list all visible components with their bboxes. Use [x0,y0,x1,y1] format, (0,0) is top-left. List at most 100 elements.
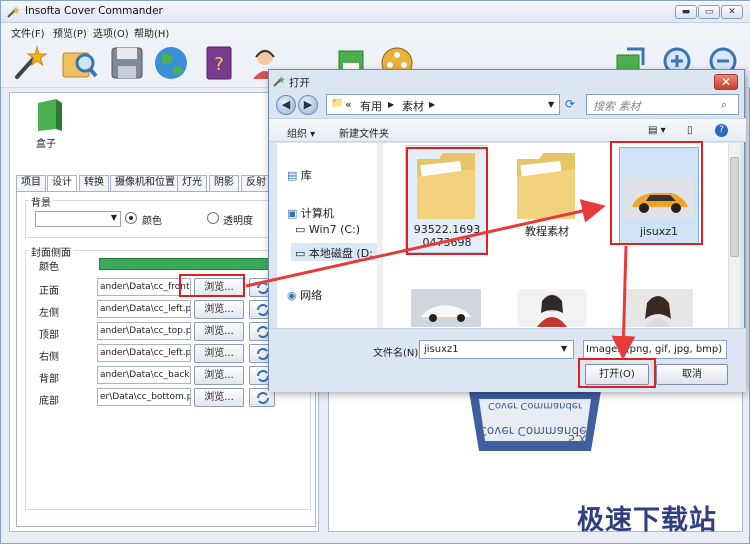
car-thumbnail[interactable] [411,289,481,327]
refresh-icon[interactable]: ⟳ [565,97,575,111]
nav-computer[interactable]: ▣ 计算机 [287,205,334,221]
maximize-button[interactable]: ▭ [698,5,720,19]
radio-color[interactable] [125,212,137,224]
bottom-path-field[interactable]: er\Data\cc_bottom.png [97,388,191,406]
box-preview: Cover Commander Cover Commander 5.X [469,391,601,451]
portrait-thumbnail[interactable] [517,289,587,327]
top-path-field[interactable]: ander\Data\cc_top.png [97,322,191,340]
dialog-title: 打开 [289,77,310,89]
background-group-label: 背景 [29,194,53,209]
color-label: 颜色 [39,262,59,273]
menu-file[interactable]: 文件(F) [11,25,45,40]
open-folder-icon[interactable] [59,43,99,83]
filename-input[interactable]: jisuxz1 ▼ [419,340,574,359]
view-icon[interactable]: ▤ ▾ [648,125,666,136]
right-path-field[interactable]: ander\Data\cc_left.png [97,344,191,362]
address-box[interactable]: 📁 « 有用 ▶ 素材 ▶ ▼ [326,94,560,115]
refresh-icon [257,392,269,404]
new-folder-button[interactable]: 新建文件夹 [339,125,389,140]
tab-design[interactable]: 设计 [47,175,77,192]
breadcrumb-useful[interactable]: 有用 [360,98,382,114]
address-overflow[interactable]: « [345,98,352,111]
menu-preview[interactable]: 预览(P) [53,25,87,40]
library-icon: ▤ [287,169,298,182]
help-book-icon[interactable]: ? [199,43,239,83]
tab-transform[interactable]: 转换 [79,175,109,191]
cover-sides-label: 封面侧面 [29,244,73,259]
car-thumbnail[interactable] [624,177,694,219]
dialog-close-button[interactable]: ✕ [714,74,738,90]
computer-icon: ▣ [287,207,298,220]
minimize-button[interactable]: ▬ [675,5,697,19]
cancel-button[interactable]: 取消 [656,364,728,385]
tab-project[interactable]: 项目 [16,175,46,191]
nav-library[interactable]: ▤ 库 [287,167,312,183]
close-button[interactable]: ✕ [721,5,743,19]
chevron-down-icon[interactable]: ▼ [561,344,567,353]
bottom-label: 底部 [39,396,59,407]
chevron-down-icon[interactable]: ▼ [548,100,554,109]
chevron-right-icon: ▶ [429,100,436,109]
left-browse-button[interactable]: 浏览... [194,300,244,319]
filter-value: Images (png, gif, jpg, bmp) [586,344,723,355]
box-icon [38,99,62,131]
back-button[interactable]: ◀ [276,95,296,115]
back-browse-button[interactable]: 浏览... [194,366,244,385]
organize-button[interactable]: 组织 ▾ [287,125,315,140]
back-label: 背部 [39,374,59,385]
nav-drive-d[interactable]: ▭ 本地磁盘 (D: [295,245,373,261]
chevron-down-icon: ▼ [110,213,117,222]
front-path-field[interactable]: ander\Data\cc_front.png [97,278,191,296]
navigation-pane: ▤ 库 ▣ 计算机 ▭ Win7 (C:) ▭ 本地磁盘 (D: ◉ 网络 [277,143,383,328]
breadcrumb-materials[interactable]: 素材 [402,98,424,114]
svg-text:?: ? [214,54,224,75]
watermark: 极速下载站 [577,505,717,536]
menu-help[interactable]: 帮助(H) [134,25,169,40]
right-browse-button[interactable]: 浏览... [194,344,244,363]
folder-icon[interactable] [413,149,479,221]
background-select[interactable]: ▼ [35,211,121,227]
file-type-filter[interactable]: Images (png, gif, jpg, bmp) [583,340,727,359]
tab-reflection[interactable]: 反射 [241,175,271,191]
bottom-browse-button[interactable]: 浏览... [194,388,244,407]
help-icon[interactable]: ? [715,124,728,137]
top-browse-button[interactable]: 浏览... [194,322,244,341]
folder-icon[interactable] [513,149,579,221]
dialog-footer: 文件名(N): jisuxz1 ▼ Images (png, gif, jpg,… [269,328,746,392]
forward-button[interactable]: ▶ [298,95,318,115]
open-button[interactable]: 打开(O) [585,364,649,385]
globe-icon[interactable] [151,43,191,83]
tab-lighting[interactable]: 灯光 [177,175,207,191]
network-icon: ◉ [287,289,297,302]
search-icon: ⌕ [721,98,728,111]
preview-pane-icon[interactable]: ▯ [687,125,693,136]
box-preview-version: 5.X [568,432,586,445]
wizard-icon[interactable] [9,43,49,83]
open-file-dialog: 打开 ✕ ◀ ▶ 📁 « 有用 ▶ 素材 ▶ ▼ ⟳ 搜索 素材 ⌕ 组织 ▾ … [268,69,746,392]
search-input[interactable]: 搜索 素材 ⌕ [586,94,739,115]
folder-icon: 📁 [331,98,344,109]
back-path-field[interactable]: ander\Data\cc_back.png [97,366,191,384]
tab-shadow[interactable]: 阴影 [209,175,239,191]
menu-options[interactable]: 选项(O) [93,25,129,40]
front-browse-button[interactable]: 浏览... [194,278,244,297]
filename-value: jisuxz1 [424,344,459,355]
nav-network[interactable]: ◉ 网络 [287,287,322,303]
file-name[interactable]: jisuxz1 [619,225,699,238]
nav-drive-c[interactable]: ▭ Win7 (C:) [295,223,360,236]
file-name[interactable]: 93522.1693 0473698 [407,223,487,249]
radio-transparent[interactable] [207,212,219,224]
left-path-field[interactable]: ander\Data\cc_left.png [97,300,191,318]
filename-label: 文件名(N): [373,348,422,359]
file-list: 93522.1693 0473698 教程素材 jisuxz1 [383,143,728,328]
right-label: 右侧 [39,352,59,363]
front-label: 正面 [39,286,59,297]
save-icon[interactable] [107,43,147,83]
file-name[interactable]: 教程素材 [507,223,587,239]
tab-camera-position[interactable]: 摄像机和位置 [110,175,180,191]
file-list-scrollbar[interactable] [728,143,740,328]
drive-icon: ▭ [295,223,306,236]
address-bar: ◀ ▶ 📁 « 有用 ▶ 素材 ▶ ▼ ⟳ 搜索 素材 ⌕ [269,92,746,118]
portrait-thumbnail[interactable] [623,289,693,327]
scrollbar-thumb[interactable] [730,157,739,257]
